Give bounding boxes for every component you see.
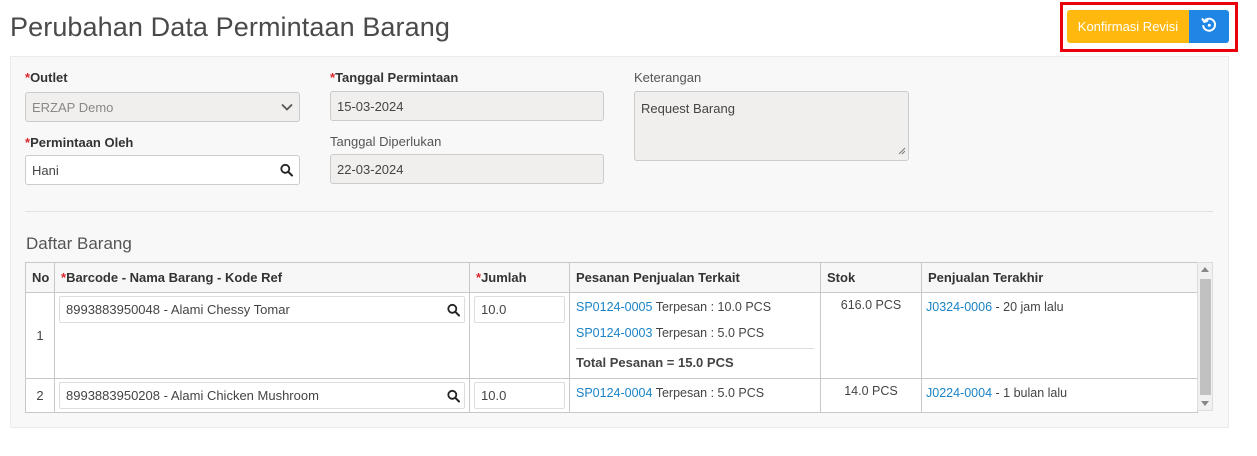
request-date-input[interactable]: 15-03-2024	[330, 91, 604, 121]
table-row: 1 8993883950048 - Alami Chessy Tomar 10.…	[25, 292, 1198, 379]
request-date-label: *Tanggal Permintaan	[330, 70, 459, 85]
last-sale-link[interactable]: J0324-0006	[926, 300, 992, 314]
resize-handle-icon[interactable]	[898, 143, 906, 158]
barcode-input[interactable]: 8993883950048 - Alami Chessy Tomar	[59, 296, 465, 323]
barcode-cell: 8993883950208 - Alami Chicken Mushroom	[54, 378, 470, 413]
confirm-revision-button[interactable]: Konfirmasi Revisi	[1067, 10, 1189, 43]
barcode-input[interactable]: 8993883950208 - Alami Chicken Mushroom	[59, 382, 465, 409]
items-table: No *Barcode - Nama Barang - Kode Ref *Ju…	[25, 262, 1198, 413]
qty-cell: 10.0	[469, 292, 570, 379]
stock-cell: 616.0 PCS	[820, 292, 922, 379]
sales-order-link[interactable]: SP0124-0003	[576, 326, 652, 340]
sales-order-line: SP0124-0005 Terpesan : 10.0 PCS	[576, 300, 772, 314]
stock-cell: 14.0 PCS	[820, 378, 922, 413]
sales-orders-cell: SP0124-0004 Terpesan : 5.0 PCS	[569, 378, 821, 413]
qty-input[interactable]: 10.0	[474, 296, 565, 323]
col-no: No	[25, 262, 55, 293]
reset-button[interactable]	[1189, 10, 1229, 43]
needed-date-input[interactable]: 22-03-2024	[330, 154, 604, 184]
outlet-label: *Outlet	[25, 70, 68, 85]
search-icon[interactable]	[447, 303, 460, 316]
last-sale-link[interactable]: J0224-0004	[926, 386, 992, 400]
sales-order-link[interactable]: SP0124-0004	[576, 386, 652, 400]
needed-date-label: Tanggal Diperlukan	[330, 134, 442, 149]
page-title: Perubahan Data Permintaan Barang	[10, 12, 450, 42]
notes-textarea[interactable]: Request Barang	[634, 91, 909, 161]
row-number: 1	[25, 292, 55, 379]
total-orders: Total Pesanan = 15.0 PCS	[576, 348, 814, 372]
sales-order-line: SP0124-0004 Terpesan : 5.0 PCS	[576, 386, 765, 400]
scroll-down-icon[interactable]	[1201, 401, 1209, 406]
table-scrollbar[interactable]	[1197, 262, 1213, 411]
col-stock: Stok	[820, 262, 922, 293]
col-qty: *Jumlah	[469, 262, 570, 293]
sales-orders-cell: SP0124-0005 Terpesan : 10.0 PCS SP0124-0…	[569, 292, 821, 379]
qty-input[interactable]: 10.0	[474, 382, 565, 409]
barcode-cell: 8993883950048 - Alami Chessy Tomar	[54, 292, 470, 379]
row-number: 2	[25, 378, 55, 413]
scroll-thumb[interactable]	[1200, 279, 1211, 395]
last-sale-cell: J0324-0006 - 20 jam lalu	[921, 292, 1198, 379]
requested-by-label: *Permintaan Oleh	[25, 135, 134, 150]
notes-label: Keterangan	[634, 70, 702, 85]
search-icon[interactable]	[280, 163, 293, 177]
col-barcode: *Barcode - Nama Barang - Kode Ref	[54, 262, 470, 293]
qty-cell: 10.0	[469, 378, 570, 413]
sales-order-line: SP0124-0003 Terpesan : 5.0 PCS	[576, 326, 765, 340]
table-row: 2 8993883950208 - Alami Chicken Mushroom…	[25, 378, 1198, 413]
outlet-select[interactable]: ERZAP Demo	[25, 92, 300, 122]
sales-order-link[interactable]: SP0124-0005	[576, 300, 652, 314]
requested-by-input[interactable]: Hani	[25, 155, 300, 185]
search-icon[interactable]	[447, 389, 460, 402]
section-divider	[25, 211, 1213, 212]
chevron-down-icon	[281, 103, 293, 111]
col-sales-orders: Pesanan Penjualan Terkait	[569, 262, 821, 293]
last-sale-cell: J0224-0004 - 1 bulan lalu	[921, 378, 1198, 413]
items-section-title: Daftar Barang	[26, 234, 132, 253]
scroll-up-icon[interactable]	[1201, 267, 1209, 272]
col-last-sale: Penjualan Terakhir	[921, 262, 1198, 293]
history-icon	[1201, 17, 1217, 36]
